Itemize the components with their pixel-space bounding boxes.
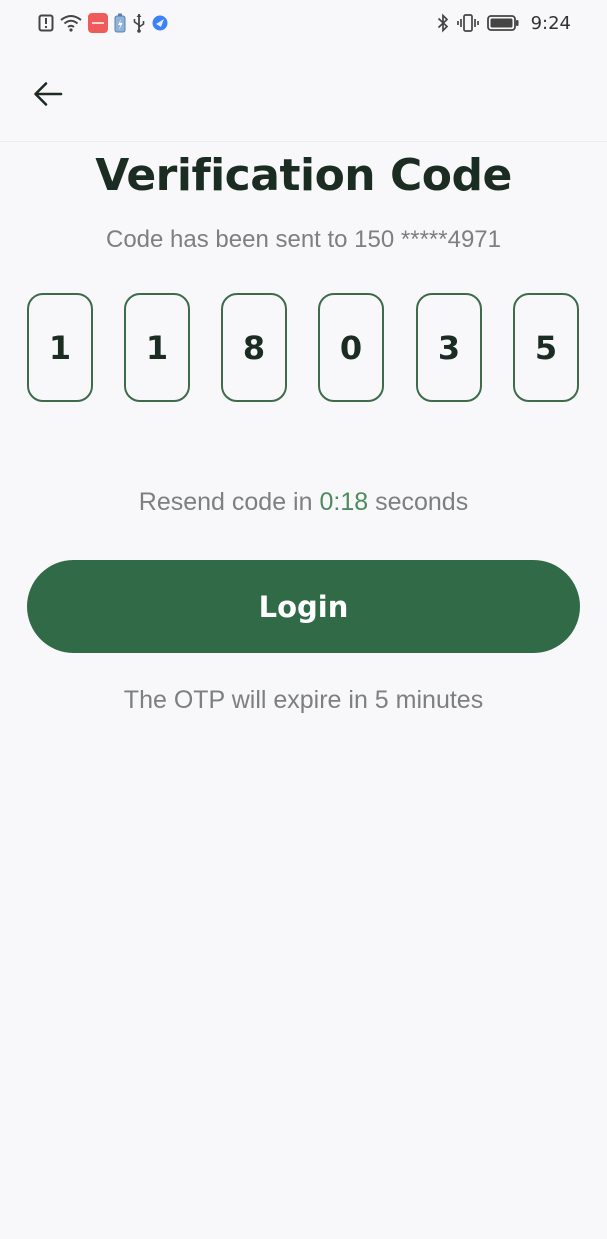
status-time: 9:24 [530,12,571,34]
otp-expire-note: The OTP will expire in 5 minutes [123,686,484,714]
app-bar [0,48,607,142]
sent-to-subtitle: Code has been sent to 150 *****4971 [106,226,501,253]
app-notification-icon [88,12,108,34]
otp-digit-1[interactable]: 1 [27,293,93,402]
otp-digit-3[interactable]: 8 [221,293,287,402]
page-title: Verification Code [95,150,512,201]
battery-saver-icon [114,12,126,34]
login-button-label: Login [258,589,349,624]
status-bar-right: 9:24 [437,12,571,34]
status-bar-left [38,12,168,34]
resend-countdown: Resend code in 0:18 seconds [0,488,607,517]
otp-digit-4[interactable]: 0 [318,293,384,402]
alert-icon [38,12,54,34]
usb-icon [132,12,146,34]
otp-digit-5[interactable]: 3 [416,293,482,402]
arrow-left-icon [33,81,63,112]
back-button[interactable] [26,74,70,118]
resend-suffix: seconds [368,488,469,516]
otp-input-row: 1 1 8 0 3 5 [27,293,580,402]
vibrate-icon [456,12,479,34]
battery-icon [486,12,519,34]
status-bar: 9:24 [0,0,607,48]
resend-timer: 0:18 [319,488,369,516]
resend-prefix: Resend code in [138,488,320,516]
bluetooth-icon [437,12,449,34]
otp-digit-2[interactable]: 1 [124,293,190,402]
otp-digit-6[interactable]: 5 [513,293,579,402]
login-button[interactable]: Login [27,560,580,653]
browser-icon [152,12,168,34]
wifi-icon [60,12,82,34]
